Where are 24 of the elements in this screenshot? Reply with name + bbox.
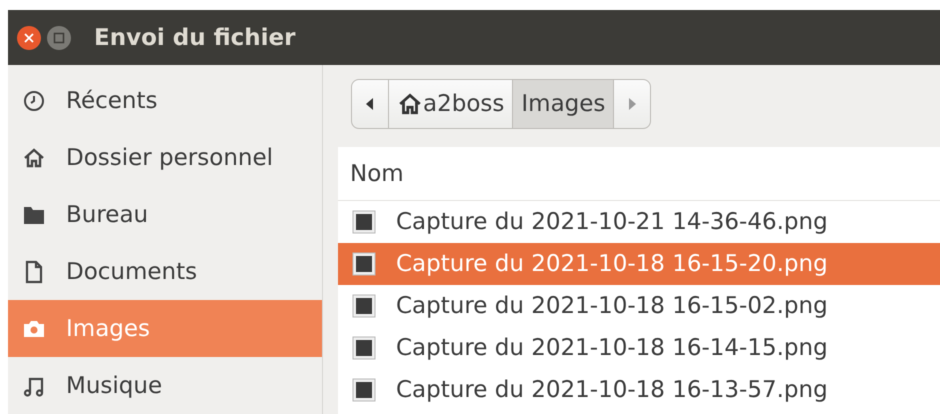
image-file-icon xyxy=(352,378,376,402)
file-row[interactable]: Capture du 2021-10-18 16-14-15.png xyxy=(338,327,940,369)
path-button[interactable]: Images xyxy=(512,79,614,129)
file-row[interactable]: Capture du 2021-10-18 16-15-02.png xyxy=(338,285,940,327)
home-icon xyxy=(22,146,46,170)
clock-icon xyxy=(22,88,46,112)
sidebar-item[interactable]: Dossier personnel xyxy=(8,129,322,186)
sidebar-item[interactable]: Récents xyxy=(8,72,322,129)
left-arrow-icon xyxy=(366,98,374,110)
image-file-icon xyxy=(352,210,376,234)
right-arrow-icon xyxy=(628,98,636,110)
image-file-icon xyxy=(352,336,376,360)
file-row[interactable]: Capture du 2021-10-21 14-36-46.png xyxy=(338,201,940,243)
file-row[interactable]: Capture du 2021-10-18 16-13-57.png xyxy=(338,369,940,411)
window-title: Envoi du fichier xyxy=(94,24,296,50)
image-file-icon xyxy=(352,294,376,318)
column-header[interactable]: Nom xyxy=(350,160,404,186)
close-icon[interactable] xyxy=(16,24,42,50)
sidebar-item[interactable]: Musique xyxy=(8,357,322,414)
sidebar-item[interactable]: Bureau xyxy=(8,186,322,243)
image-file-icon xyxy=(352,252,376,276)
path-button[interactable]: a2boss xyxy=(388,79,514,129)
back-button[interactable] xyxy=(351,79,389,129)
sidebar-item[interactable]: Documents xyxy=(8,243,322,300)
